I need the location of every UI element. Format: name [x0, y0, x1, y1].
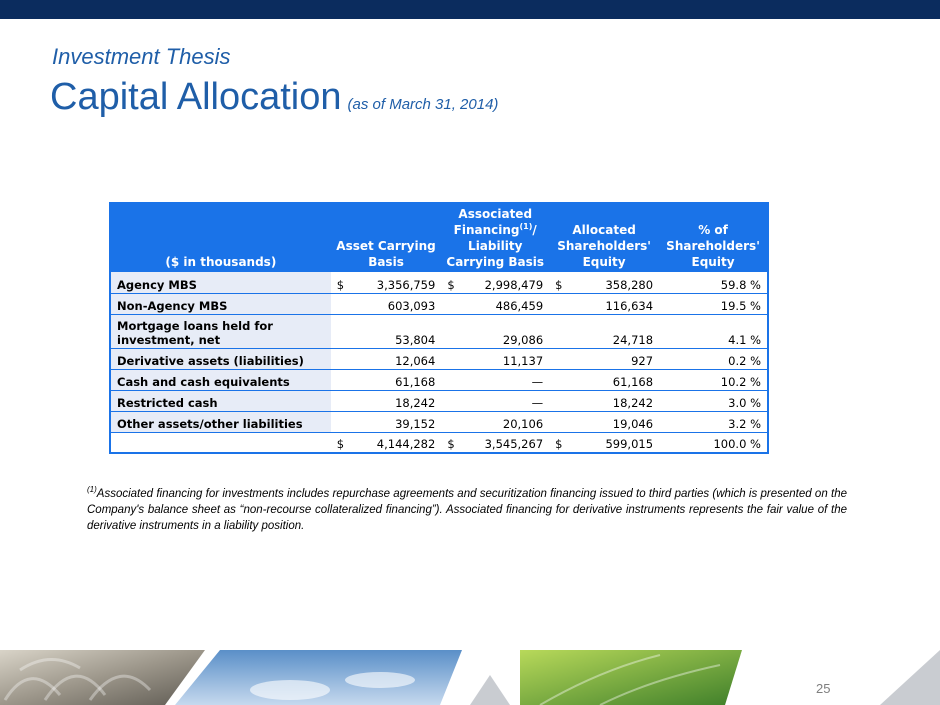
- cell-value: —: [531, 374, 544, 389]
- cell-value: 3,545,267: [484, 437, 544, 451]
- cell-associated-financing: 486,459: [441, 293, 550, 315]
- capital-allocation-table: ($ in thousands) Asset Carrying Basis As…: [109, 202, 769, 454]
- cell-value: 927: [631, 353, 654, 368]
- row-label: Non-Agency MBS: [110, 293, 331, 315]
- cell-value: 603,093: [387, 298, 436, 313]
- currency-symbol: $: [447, 277, 455, 292]
- cell-value: 599,015: [605, 437, 654, 451]
- cell-value: 19,046: [612, 416, 654, 431]
- row-label: Other assets/other liabilities: [110, 411, 331, 433]
- table-row: Other assets/other liabilities 39,152 20,1…: [110, 411, 768, 433]
- cell-associated-financing: 29,086: [441, 314, 550, 349]
- cell-value: 24,718: [612, 332, 654, 347]
- divider-triangle: [470, 675, 510, 705]
- cell-value: 12,064: [395, 353, 436, 368]
- cell-associated-financing: 20,106: [441, 411, 550, 433]
- row-label: Cash and cash equivalents: [110, 369, 331, 391]
- slide-subtitle: Investment Thesis: [52, 44, 231, 69]
- footnote-marker: (1): [87, 485, 97, 495]
- slide-title: Capital Allocation (as of March 31, 2014): [50, 76, 498, 119]
- cell-value: 3,356,759: [376, 277, 436, 292]
- cell-asset-carrying-basis: 61,168: [330, 369, 442, 391]
- table-row: Agency MBS $3,356,759 $2,998,479 $358,280 59…: [110, 272, 768, 294]
- currency-symbol: $: [555, 437, 563, 451]
- cell-value: 53,804: [395, 332, 436, 347]
- cell-value: 11,137: [502, 353, 544, 368]
- cell-allocated-equity: 24,718: [549, 314, 660, 349]
- cell-associated-financing: $3,545,267: [441, 432, 549, 453]
- table-row: Mortgage loans held for investment, net 5…: [110, 314, 768, 349]
- cell-allocated-equity: $599,015: [549, 432, 659, 453]
- cell-asset-carrying-basis: 12,064: [330, 348, 442, 370]
- cell-allocated-equity: 19,046: [549, 411, 660, 433]
- header-associated-financing: Associated Financing(1)/ Liability Carry…: [441, 203, 550, 272]
- cell-allocated-equity: 927: [549, 348, 660, 370]
- cell-associated-financing: $2,998,479: [441, 272, 550, 294]
- cell-asset-carrying-basis: $3,356,759: [330, 272, 442, 294]
- cell-value: —: [531, 395, 544, 410]
- cell-asset-carrying-basis: $4,144,282: [331, 432, 442, 453]
- cell-value: 4,144,282: [376, 437, 436, 451]
- cell-value: 116,634: [605, 298, 654, 313]
- header-percent-equity: % of Shareholders' Equity: [659, 203, 768, 272]
- cell-asset-carrying-basis: 53,804: [330, 314, 442, 349]
- right-gray-triangle: [880, 650, 940, 705]
- decorative-photo-banner: [0, 650, 940, 705]
- cell-percent-equity: 3.0 %: [659, 390, 768, 412]
- footnote-text: Associated financing for investments inc…: [87, 488, 847, 532]
- cell-percent-equity: 100.0 %: [713, 437, 761, 451]
- cell-percent-equity: 19.5 %: [659, 293, 768, 315]
- cell-value: 20,106: [502, 416, 544, 431]
- row-label: Derivative assets (liabilities): [110, 348, 331, 370]
- top-bar: [0, 0, 940, 19]
- table-row: Restricted cash 18,242 — 18,242 3.0 %: [110, 390, 768, 412]
- header-financing-footnote-marker: (1): [519, 222, 533, 231]
- cell-associated-financing: —: [441, 390, 550, 412]
- cell-allocated-equity: 61,168: [549, 369, 660, 391]
- cell-asset-carrying-basis: 39,152: [330, 411, 442, 433]
- cell-percent-equity: 59.8 %: [659, 272, 768, 294]
- currency-symbol: $: [336, 277, 345, 292]
- cell-value: 61,168: [612, 374, 654, 389]
- table-header-row: ($ in thousands) Asset Carrying Basis As…: [110, 203, 768, 272]
- cell-percent-equity: 4.1 %: [659, 314, 768, 349]
- row-label: Mortgage loans held for investment, net: [110, 314, 331, 349]
- header-allocated-equity: Allocated Shareholders' Equity: [549, 203, 660, 272]
- cell-value: 486,459: [495, 298, 544, 313]
- row-label: Restricted cash: [110, 390, 331, 412]
- as-of-date: (as of March 31, 2014): [347, 96, 499, 113]
- cell-asset-carrying-basis: 603,093: [330, 293, 442, 315]
- cell-associated-financing: —: [441, 369, 550, 391]
- cell-value: 61,168: [395, 374, 436, 389]
- cell-percent-equity: 3.2 %: [659, 411, 768, 433]
- cell-value: 18,242: [395, 395, 436, 410]
- cell-allocated-equity: 18,242: [549, 390, 660, 412]
- table-row: Cash and cash equivalents 61,168 — 61,168 10…: [110, 369, 768, 391]
- cell-value: 358,280: [605, 277, 654, 292]
- cell-value: 39,152: [395, 416, 436, 431]
- cell-allocated-equity: $358,280: [549, 272, 660, 294]
- footnote: (1)Associated financing for investments …: [87, 486, 847, 534]
- title-text: Capital Allocation: [50, 76, 342, 118]
- cell-value: 2,998,479: [484, 277, 544, 292]
- cell-value: 29,086: [502, 332, 544, 347]
- table-row: Non-Agency MBS 603,093 486,459 116,634 19.5 …: [110, 293, 768, 315]
- cell-allocated-equity: 116,634: [549, 293, 660, 315]
- currency-symbol: $: [336, 437, 345, 451]
- total-row: $4,144,282 $3,545,267 $599,015 100.0 %: [110, 432, 768, 453]
- header-units: ($ in thousands): [110, 203, 331, 272]
- row-label: [110, 432, 331, 453]
- cell-value: 18,242: [612, 395, 654, 410]
- cell-asset-carrying-basis: 18,242: [330, 390, 442, 412]
- row-label: Agency MBS: [110, 272, 331, 294]
- table-body: Agency MBS $3,356,759 $2,998,479 $358,280 59…: [110, 272, 768, 453]
- header-asset-carrying-basis: Asset Carrying Basis: [330, 203, 442, 272]
- currency-symbol: $: [447, 437, 455, 451]
- currency-symbol: $: [555, 277, 563, 292]
- cell-percent-equity: 10.2 %: [659, 369, 768, 391]
- page-number: 25: [816, 681, 831, 696]
- table-row: Derivative assets (liabilities) 12,064 11,…: [110, 348, 768, 370]
- cell-associated-financing: 11,137: [441, 348, 550, 370]
- cell-percent-equity: 0.2 %: [659, 348, 768, 370]
